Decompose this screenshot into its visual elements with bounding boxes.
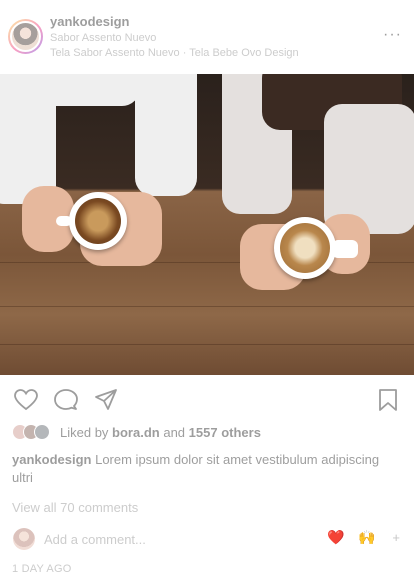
post-header: yankodesign Sabor Assento Nuevo Tela Sab… (0, 0, 414, 74)
espresso-coffee (75, 198, 121, 244)
likes-row[interactable]: Liked by bora.dn and 1557 others (12, 422, 402, 442)
cup-handle (56, 216, 72, 226)
likes-text[interactable]: Liked by bora.dn and 1557 others (60, 425, 261, 440)
add-emoji-icon[interactable]: + (392, 530, 400, 545)
caption: yankodesign Lorem ipsum dolor sit amet v… (12, 451, 392, 487)
current-user-avatar (13, 528, 35, 550)
caption-username[interactable]: yankodesign (12, 452, 91, 467)
post-location[interactable]: Sabor Assento Nuevo (50, 32, 156, 44)
post-timestamp: 1 DAY AGO (12, 563, 72, 575)
add-comment-row: Add a comment... ❤️ 🙌 + (0, 524, 414, 554)
avatar[interactable] (10, 21, 41, 52)
left-shirt (0, 74, 140, 106)
liker-username[interactable]: bora.dn (112, 425, 160, 440)
heart-emoji-button[interactable]: ❤️ (327, 529, 344, 546)
post-audio[interactable]: Tela Sabor Assento Nuevo · Tela Bebe Ovo… (50, 47, 299, 59)
likes-prefix: Liked by (60, 425, 109, 440)
bookmark-icon[interactable] (378, 389, 398, 411)
comment-input[interactable]: Add a comment... (44, 532, 146, 547)
latte-cup-handle (332, 240, 358, 258)
likes-suffix[interactable]: others (221, 425, 261, 440)
wood-grain (0, 306, 414, 307)
raised-hands-emoji-button[interactable]: 🙌 (358, 529, 375, 546)
comment-icon[interactable] (54, 389, 78, 411)
heart-icon[interactable] (14, 389, 38, 411)
post-photo[interactable] (0, 74, 414, 375)
left-sleeve-right (135, 74, 197, 196)
view-all-comments-link[interactable]: View all 70 comments (12, 500, 138, 515)
action-bar (0, 375, 414, 420)
more-options-icon[interactable]: ··· (383, 26, 402, 44)
latte-cup (274, 217, 336, 279)
liker-avatar[interactable] (34, 424, 50, 440)
story-ring[interactable] (8, 19, 43, 54)
wood-grain (0, 344, 414, 345)
likes-count[interactable]: 1557 (189, 425, 218, 440)
post-username[interactable]: yankodesign (50, 14, 129, 29)
share-icon[interactable] (94, 389, 118, 411)
espresso-cup (69, 192, 127, 250)
latte-coffee (280, 223, 330, 273)
likes-joiner: and (163, 425, 186, 440)
